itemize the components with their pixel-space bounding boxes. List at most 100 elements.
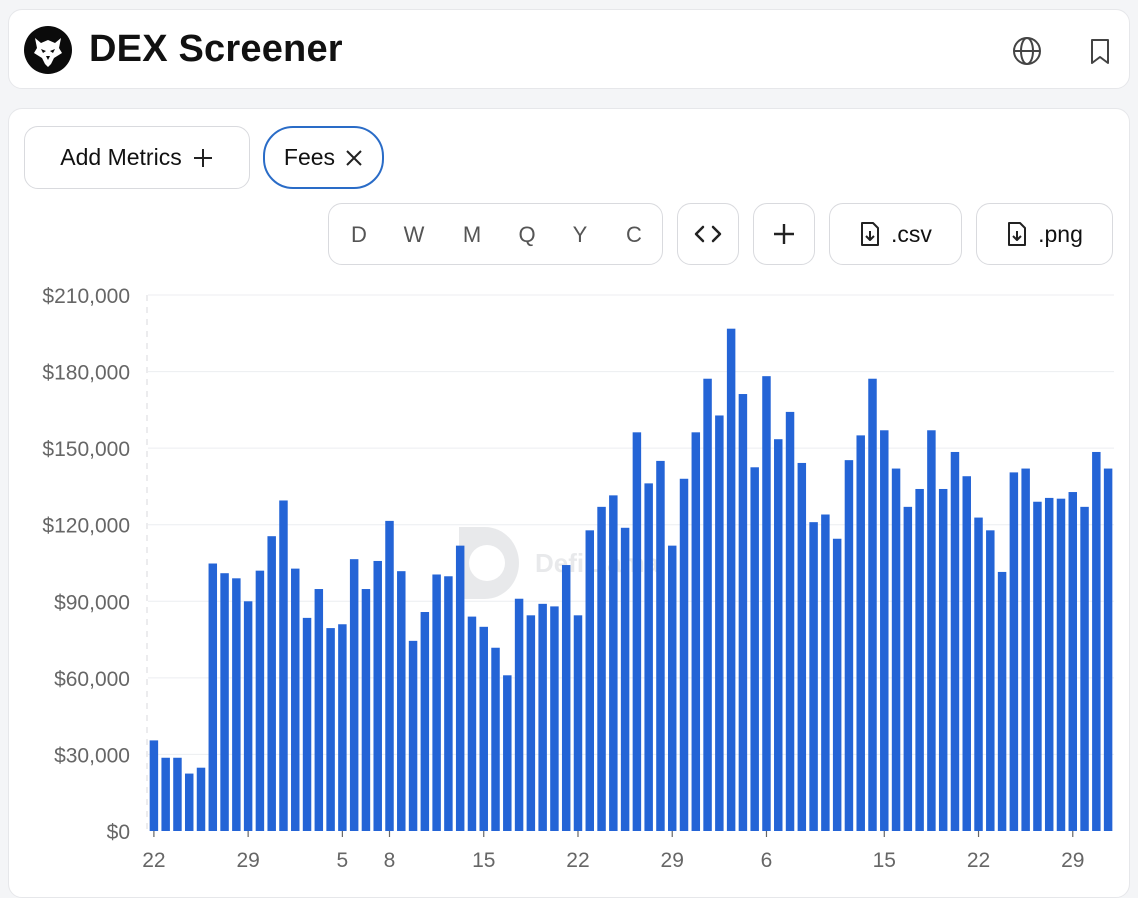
bar[interactable]	[903, 506, 913, 831]
bar[interactable]	[514, 598, 524, 831]
bar[interactable]	[915, 488, 924, 831]
bar[interactable]	[856, 435, 865, 831]
bar[interactable]	[785, 411, 795, 831]
bar[interactable]	[232, 578, 241, 831]
bar[interactable]	[491, 647, 500, 831]
bar[interactable]	[1103, 468, 1113, 831]
download-png-button[interactable]: .png	[976, 203, 1113, 265]
y-tick-label: $150,000	[42, 438, 130, 461]
period-custom[interactable]: C	[610, 212, 658, 258]
bar[interactable]	[891, 468, 901, 831]
bar[interactable]	[385, 520, 394, 831]
bar[interactable]	[255, 570, 265, 831]
bar[interactable]	[161, 757, 170, 831]
close-icon[interactable]	[345, 149, 363, 167]
bar[interactable]	[844, 460, 854, 831]
bar[interactable]	[279, 500, 288, 831]
bar[interactable]	[750, 467, 759, 831]
bar[interactable]	[1056, 498, 1066, 831]
bar[interactable]	[809, 522, 818, 831]
add-metrics-button[interactable]: Add Metrics	[24, 126, 250, 189]
bar[interactable]	[644, 483, 653, 831]
bar[interactable]	[1009, 472, 1019, 831]
bar[interactable]	[656, 460, 665, 831]
bar[interactable]	[667, 545, 677, 831]
globe-icon[interactable]	[1010, 34, 1044, 68]
bar[interactable]	[220, 573, 229, 831]
bar[interactable]	[762, 376, 771, 831]
x-tick-label: 15	[873, 849, 896, 872]
bar[interactable]	[774, 439, 783, 831]
bar[interactable]	[526, 615, 536, 831]
bar[interactable]	[326, 628, 335, 831]
bar[interactable]	[868, 378, 877, 831]
bar[interactable]	[184, 773, 194, 831]
bar[interactable]	[267, 536, 276, 831]
bar[interactable]	[373, 560, 382, 831]
add-chart-button[interactable]	[753, 203, 815, 265]
bar[interactable]	[479, 626, 488, 831]
download-csv-button[interactable]: .csv	[829, 203, 962, 265]
bar[interactable]	[361, 589, 371, 831]
bar[interactable]	[550, 606, 559, 831]
bar[interactable]	[585, 530, 595, 831]
bar[interactable]	[609, 495, 618, 831]
bar[interactable]	[927, 430, 936, 831]
bar[interactable]	[314, 589, 324, 831]
bar[interactable]	[1044, 497, 1054, 831]
bar[interactable]	[432, 574, 441, 831]
bar[interactable]	[444, 576, 453, 831]
bar[interactable]	[679, 478, 689, 831]
bar[interactable]	[302, 617, 312, 831]
bar[interactable]	[962, 476, 971, 831]
bar[interactable]	[938, 488, 948, 831]
bar[interactable]	[620, 527, 630, 831]
bar[interactable]	[408, 640, 418, 831]
bar[interactable]	[455, 545, 465, 831]
bar[interactable]	[821, 514, 830, 832]
bar[interactable]	[349, 559, 359, 831]
bar[interactable]	[880, 430, 889, 831]
embed-button[interactable]	[677, 203, 739, 265]
period-week[interactable]: W	[390, 212, 438, 258]
bar[interactable]	[420, 612, 430, 831]
bar[interactable]	[1033, 501, 1042, 831]
bar[interactable]	[338, 624, 347, 831]
bar[interactable]	[703, 378, 712, 831]
bar[interactable]	[397, 571, 406, 831]
bar[interactable]	[149, 740, 159, 831]
period-day[interactable]: D	[335, 212, 383, 258]
bar[interactable]	[950, 451, 960, 831]
bar[interactable]	[208, 563, 218, 831]
bar[interactable]	[1092, 451, 1101, 831]
period-year[interactable]: Y	[556, 212, 604, 258]
period-month[interactable]: M	[448, 212, 496, 258]
bar[interactable]	[715, 415, 724, 831]
bar[interactable]	[974, 517, 983, 831]
bar[interactable]	[726, 328, 736, 831]
bar[interactable]	[997, 571, 1007, 831]
code-icon	[694, 225, 722, 243]
bar[interactable]	[291, 568, 300, 831]
bar[interactable]	[1080, 506, 1089, 831]
bar[interactable]	[243, 601, 253, 831]
bar[interactable]	[467, 616, 477, 831]
bar[interactable]	[597, 506, 606, 831]
bar[interactable]	[738, 394, 748, 831]
bar[interactable]	[173, 757, 182, 831]
bar[interactable]	[797, 462, 807, 831]
bookmark-icon[interactable]	[1083, 34, 1117, 68]
bar[interactable]	[832, 538, 842, 831]
bar[interactable]	[538, 603, 547, 831]
bar[interactable]	[561, 565, 571, 831]
fees-metric-chip[interactable]: Fees	[263, 126, 384, 189]
bar[interactable]	[632, 432, 642, 831]
bar[interactable]	[1068, 492, 1078, 831]
bar[interactable]	[691, 432, 701, 831]
bar[interactable]	[1021, 468, 1030, 831]
bar[interactable]	[196, 767, 206, 831]
period-quarter[interactable]: Q	[503, 212, 551, 258]
bar[interactable]	[503, 675, 512, 831]
bar[interactable]	[573, 615, 583, 831]
bar[interactable]	[986, 530, 995, 831]
